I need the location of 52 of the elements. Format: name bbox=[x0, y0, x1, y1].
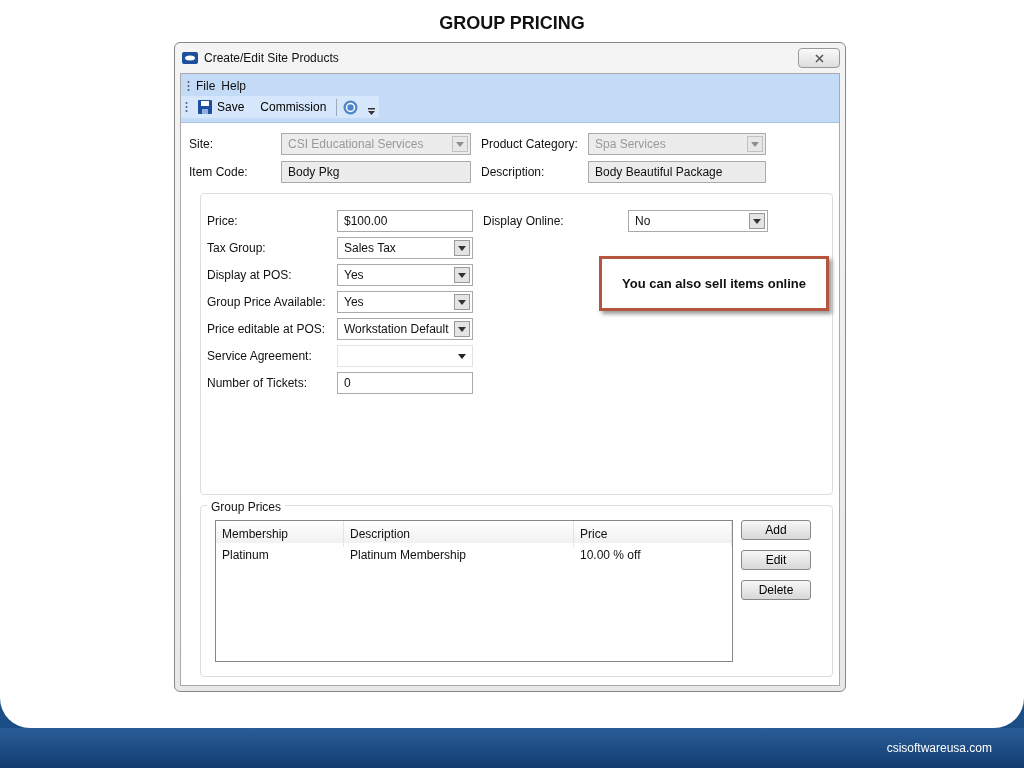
dropdown-field[interactable] bbox=[337, 345, 473, 367]
field-label: Tax Group: bbox=[207, 240, 267, 257]
field-label: Item Code: bbox=[189, 164, 249, 181]
grip-icon bbox=[185, 101, 188, 113]
callout-note: You can also sell items online bbox=[599, 256, 829, 311]
commission-button[interactable]: Commission bbox=[254, 97, 333, 117]
field-label: Site: bbox=[189, 136, 214, 153]
dropdown-arrow-icon bbox=[458, 272, 466, 278]
dropdown-arrow-icon bbox=[753, 218, 761, 224]
field-label: Group Price Available: bbox=[207, 294, 327, 311]
dropdown-arrow-icon bbox=[458, 245, 466, 251]
table-cell-text: 10.00 % off bbox=[579, 547, 642, 564]
dropdown-arrow-icon bbox=[456, 141, 464, 147]
table-cell-text: Platinum Membership bbox=[349, 547, 468, 564]
slide-title: GROUP PRICING bbox=[439, 12, 585, 35]
field-label: Description: bbox=[481, 164, 546, 181]
field-label: Service Agreement: bbox=[207, 348, 313, 365]
toolbar-overflow-icon bbox=[368, 107, 376, 116]
column-header[interactable]: Price bbox=[574, 521, 732, 547]
menu-item[interactable]: Help bbox=[221, 77, 247, 95]
dropdown-field[interactable]: Sales Tax bbox=[337, 237, 473, 259]
action-button[interactable]: Edit bbox=[741, 550, 811, 570]
field-label: Display Online: bbox=[483, 213, 565, 230]
app-logo-icon bbox=[182, 52, 198, 64]
close-button[interactable] bbox=[798, 48, 840, 68]
dropdown-field[interactable]: Yes bbox=[337, 291, 473, 313]
menu-item[interactable]: File bbox=[196, 77, 216, 95]
footer-url: csisoftwareusa.com bbox=[886, 740, 992, 757]
close-icon bbox=[814, 54, 824, 64]
dropdown-arrow-icon bbox=[458, 326, 466, 332]
dropdown-field[interactable]: No bbox=[628, 210, 768, 232]
dropdown-arrow-icon bbox=[751, 141, 759, 147]
dropdown-arrow-icon bbox=[458, 354, 466, 360]
grip-icon bbox=[187, 80, 190, 92]
column-header[interactable]: Membership bbox=[216, 521, 344, 547]
column-header[interactable]: Description bbox=[344, 521, 574, 547]
action-button[interactable]: Delete bbox=[741, 580, 811, 600]
field-label: Display at POS: bbox=[207, 267, 293, 284]
input-field[interactable]: 0 bbox=[337, 372, 473, 394]
window-title: Create/Edit Site Products bbox=[204, 50, 339, 67]
save-button[interactable]: Save bbox=[192, 97, 251, 117]
table-cell-text: Platinum bbox=[221, 547, 270, 564]
dropdown-field[interactable]: Yes bbox=[337, 264, 473, 286]
dropdown-arrow-icon bbox=[458, 299, 466, 305]
input-field[interactable]: $100.00 bbox=[337, 210, 473, 232]
field-label: Price: bbox=[207, 213, 239, 230]
help-icon bbox=[343, 99, 359, 115]
field-label: Number of Tickets: bbox=[207, 375, 309, 392]
field-label: Product Category: bbox=[481, 136, 579, 153]
dropdown-field[interactable]: Workstation Default bbox=[337, 318, 473, 340]
field-label: Price editable at POS: bbox=[207, 321, 327, 338]
action-button[interactable]: Add bbox=[741, 520, 811, 540]
